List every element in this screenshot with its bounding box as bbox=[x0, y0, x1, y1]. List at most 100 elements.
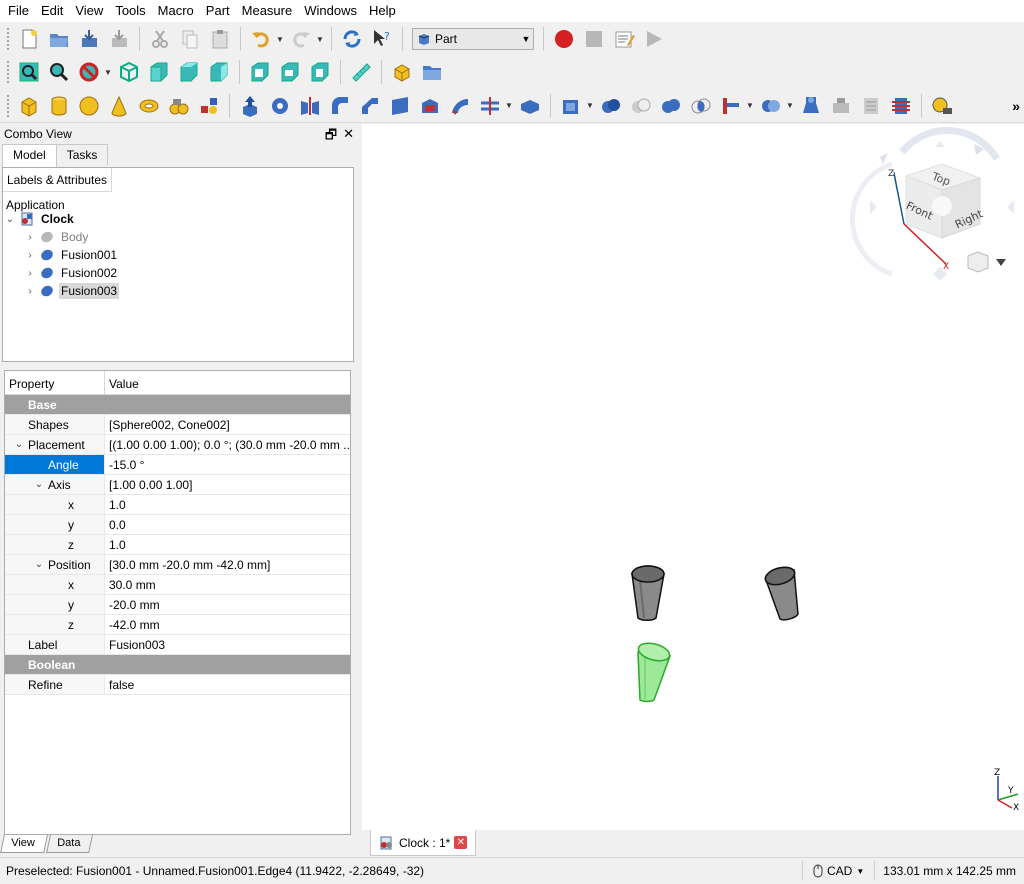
property-row-x[interactable]: x 30.0 mm bbox=[5, 575, 350, 595]
view-bottom-icon[interactable] bbox=[277, 59, 303, 85]
tree-item-fusion003[interactable]: › Fusion003 bbox=[3, 282, 353, 300]
chevron-right-icon[interactable]: › bbox=[23, 286, 37, 297]
view-top-icon[interactable] bbox=[176, 59, 202, 85]
save-as-icon[interactable] bbox=[106, 26, 132, 52]
chevron-down-icon[interactable]: ⌄ bbox=[12, 439, 26, 450]
property-column-header[interactable]: Property bbox=[5, 371, 105, 394]
tree-item-fusion002[interactable]: › Fusion002 bbox=[3, 264, 353, 282]
chevron-down-icon[interactable]: ⌄ bbox=[32, 559, 46, 570]
paste-icon[interactable] bbox=[207, 26, 233, 52]
chevron-right-icon[interactable]: › bbox=[23, 232, 37, 243]
cross-sections-icon[interactable] bbox=[858, 93, 884, 119]
splitting-icon[interactable] bbox=[758, 93, 784, 119]
tree-item-document[interactable]: ⌄ Clock bbox=[3, 210, 353, 228]
view-right-icon[interactable] bbox=[206, 59, 232, 85]
3d-viewport[interactable]: Top Front Right Z X Z Y X bbox=[362, 124, 1024, 830]
open-folder-icon[interactable] bbox=[46, 26, 72, 52]
cut-boolean-icon[interactable] bbox=[628, 93, 654, 119]
defeaturing-icon[interactable] bbox=[828, 93, 854, 119]
property-row-refine[interactable]: Refine false bbox=[5, 675, 350, 695]
close-icon[interactable]: ✕ bbox=[454, 836, 468, 849]
property-value[interactable]: false bbox=[105, 675, 350, 694]
boolean-icon[interactable] bbox=[598, 93, 624, 119]
tree-item-body[interactable]: › Body bbox=[3, 228, 353, 246]
macro-edit-icon[interactable] bbox=[611, 26, 637, 52]
property-row-placement[interactable]: ⌄ Placement [(1.00 0.00 1.00); 0.0 °; (30.… bbox=[5, 435, 350, 455]
splitting-dropdown-icon[interactable]: ▼ bbox=[786, 93, 794, 119]
view-isometric-icon[interactable] bbox=[116, 59, 142, 85]
new-document-icon[interactable] bbox=[16, 26, 42, 52]
menu-view[interactable]: View bbox=[69, 0, 109, 22]
cylinder-icon[interactable] bbox=[46, 93, 72, 119]
menu-file[interactable]: File bbox=[2, 0, 35, 22]
view-front-icon[interactable] bbox=[146, 59, 172, 85]
fusion002-shape[interactable] bbox=[763, 564, 799, 621]
property-row-label[interactable]: Label Fusion003 bbox=[5, 635, 350, 655]
property-row-x[interactable]: x 1.0 bbox=[5, 495, 350, 515]
view-rear-icon[interactable] bbox=[247, 59, 273, 85]
draw-style-icon[interactable] bbox=[76, 59, 102, 85]
chevron-down-icon[interactable]: ⌄ bbox=[32, 479, 46, 490]
compound-tools-icon[interactable] bbox=[558, 93, 584, 119]
box-icon[interactable] bbox=[517, 93, 543, 119]
create-part-icon[interactable] bbox=[389, 59, 415, 85]
join-dropdown-icon[interactable]: ▼ bbox=[746, 93, 754, 119]
check-geometry-icon[interactable] bbox=[798, 93, 824, 119]
whats-this-icon[interactable]: ? bbox=[369, 26, 395, 52]
menu-measure[interactable]: Measure bbox=[236, 0, 299, 22]
cut-icon[interactable] bbox=[147, 26, 173, 52]
primitives-icon[interactable] bbox=[196, 93, 222, 119]
section-dropdown-icon[interactable]: ▼ bbox=[505, 93, 513, 119]
property-value[interactable]: -42.0 mm bbox=[105, 615, 350, 634]
fusion001-shape[interactable] bbox=[631, 565, 665, 621]
toolbar-grip[interactable] bbox=[6, 93, 10, 118]
menu-part[interactable]: Part bbox=[200, 0, 236, 22]
chevron-down-icon[interactable]: ⌄ bbox=[3, 214, 17, 225]
revolve-icon[interactable] bbox=[267, 93, 293, 119]
chamfer-icon[interactable] bbox=[357, 93, 383, 119]
macro-record-icon[interactable] bbox=[551, 26, 577, 52]
property-row-axis[interactable]: ⌄ Axis [1.00 0.00 1.00] bbox=[5, 475, 350, 495]
property-row-position[interactable]: ⌄ Position [30.0 mm -20.0 mm -42.0 mm] bbox=[5, 555, 350, 575]
mirror-icon[interactable] bbox=[297, 93, 323, 119]
toolbar-grip[interactable] bbox=[6, 60, 10, 84]
property-row-z[interactable]: z -42.0 mm bbox=[5, 615, 350, 635]
menu-help[interactable]: Help bbox=[363, 0, 402, 22]
workbench-selector[interactable]: Part ▼ bbox=[412, 28, 534, 50]
sweep-icon[interactable] bbox=[447, 93, 473, 119]
property-value[interactable]: Fusion003 bbox=[105, 635, 350, 654]
property-row-shapes[interactable]: Shapes [Sphere002, Cone002] bbox=[5, 415, 350, 435]
property-value[interactable]: 0.0 bbox=[105, 515, 350, 534]
tab-data[interactable]: Data bbox=[45, 835, 93, 853]
fit-all-icon[interactable] bbox=[16, 59, 42, 85]
create-group-icon[interactable] bbox=[419, 59, 445, 85]
draw-style-dropdown-icon[interactable]: ▼ bbox=[104, 59, 112, 85]
save-icon[interactable] bbox=[76, 26, 102, 52]
navigation-style-selector[interactable]: CAD ▼ bbox=[802, 861, 874, 881]
refresh-icon[interactable] bbox=[339, 26, 365, 52]
fillet-icon[interactable] bbox=[327, 93, 353, 119]
property-value[interactable]: 1.0 bbox=[105, 495, 350, 514]
chevron-right-icon[interactable]: › bbox=[23, 268, 37, 279]
tube-icon[interactable] bbox=[166, 93, 192, 119]
common-icon[interactable] bbox=[688, 93, 714, 119]
menu-tools[interactable]: Tools bbox=[109, 0, 151, 22]
macro-run-icon[interactable] bbox=[641, 26, 667, 52]
navcube-menu-icon[interactable] bbox=[967, 251, 1006, 273]
fit-selection-icon[interactable] bbox=[46, 59, 72, 85]
property-row-y[interactable]: y -20.0 mm bbox=[5, 595, 350, 615]
undo-icon[interactable] bbox=[248, 26, 274, 52]
tab-model[interactable]: Model bbox=[2, 144, 57, 167]
property-value-editor[interactable]: -15.0 ° bbox=[105, 455, 350, 474]
projection-icon[interactable] bbox=[888, 93, 914, 119]
tree-column-header[interactable]: Labels & Attributes bbox=[3, 168, 113, 192]
torus-icon[interactable] bbox=[136, 93, 162, 119]
value-column-header[interactable]: Value bbox=[105, 371, 350, 394]
tab-view[interactable]: View bbox=[0, 835, 48, 853]
toolbar-overflow-icon[interactable]: » bbox=[1012, 98, 1020, 114]
measure-distance-icon[interactable] bbox=[348, 59, 374, 85]
menu-edit[interactable]: Edit bbox=[35, 0, 69, 22]
property-value[interactable]: [30.0 mm -20.0 mm -42.0 mm] bbox=[105, 555, 350, 574]
redo-icon[interactable] bbox=[288, 26, 314, 52]
view-left-icon[interactable] bbox=[307, 59, 333, 85]
